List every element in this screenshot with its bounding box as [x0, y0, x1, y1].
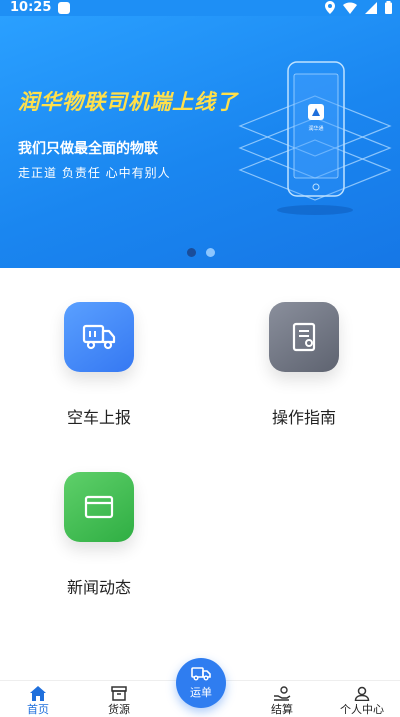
signal-icon [365, 1, 377, 14]
tab-home[interactable]: 首页 [8, 685, 68, 717]
phone-badge-text: 润华通 [308, 125, 323, 132]
operation-guide-tile[interactable]: 操作指南 [234, 302, 374, 428]
hand-coin-icon [274, 685, 291, 701]
status-time: 10:25 [10, 0, 52, 15]
news-tile[interactable]: 新闻动态 [29, 472, 169, 598]
tab-label: 运单 [190, 686, 212, 699]
pagination-dot[interactable] [206, 248, 215, 257]
promo-banner[interactable]: 润华物联司机端上线了 我们只做最全面的物联 走正道 负责任 心中有别人 润华通 [0, 16, 400, 268]
tab-profile[interactable]: 个人中心 [332, 685, 392, 717]
location-icon [325, 1, 335, 14]
banner-title: 润华物联司机端上线了 [18, 90, 238, 114]
banner-subtitle: 我们只做最全面的物联 [18, 141, 158, 157]
tab-settlement[interactable]: 结算 [252, 685, 312, 717]
document-icon [269, 302, 339, 372]
tile-label: 空车上报 [66, 408, 131, 427]
home-icon [30, 685, 46, 701]
status-bar: 10:25 [0, 0, 400, 16]
folder-icon [64, 472, 134, 542]
banner-tagline: 走正道 负责任 心中有别人 [18, 166, 171, 180]
banner-pagination [187, 248, 215, 257]
box-icon [111, 685, 127, 701]
tab-cargo-source[interactable]: 货源 [89, 685, 149, 717]
tab-waybill[interactable]: 运单 [176, 658, 226, 708]
battery-icon [385, 1, 392, 14]
feature-grid: 空车上报 操作指南 新闻动态 [0, 268, 400, 680]
user-icon [354, 686, 370, 701]
tab-label: 结算 [271, 703, 293, 716]
phone-illustration: 润华通 [238, 61, 392, 215]
tab-label: 首页 [27, 703, 49, 716]
tab-label: 个人中心 [340, 703, 384, 716]
truck-icon [64, 302, 134, 372]
notification-icon [58, 2, 70, 14]
tile-label: 新闻动态 [66, 578, 131, 597]
tab-label: 货源 [108, 703, 130, 716]
truck-icon [191, 667, 211, 681]
tile-label: 操作指南 [271, 408, 336, 427]
empty-truck-report-tile[interactable]: 空车上报 [29, 302, 169, 428]
wifi-icon [343, 1, 357, 14]
pagination-dot-active[interactable] [187, 248, 196, 257]
